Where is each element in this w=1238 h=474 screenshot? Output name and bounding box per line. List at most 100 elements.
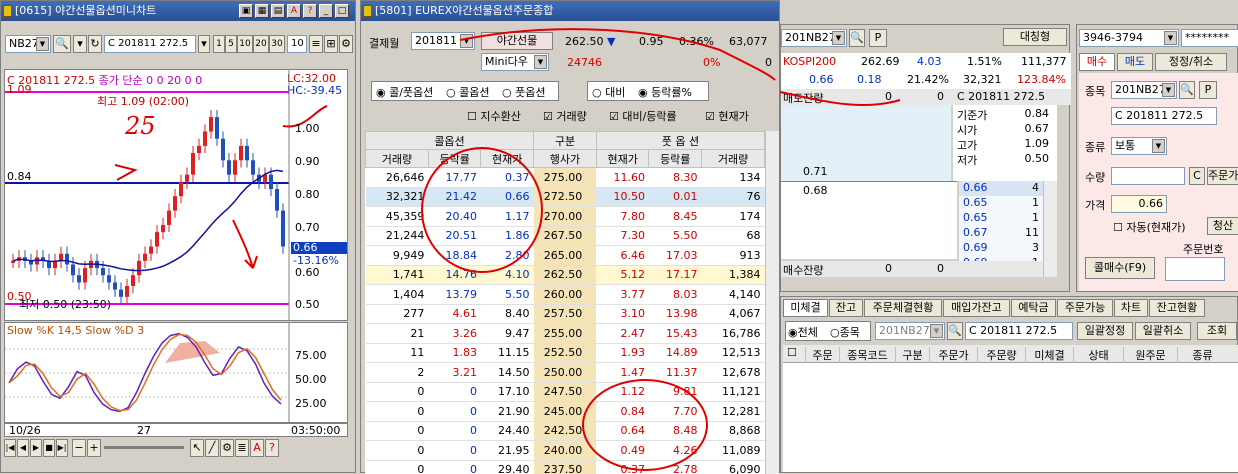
tool-text[interactable]: A: [250, 439, 264, 457]
tool-button-a[interactable]: ≡: [309, 35, 323, 53]
period-20[interactable]: 20: [253, 35, 269, 53]
tab-status-3[interactable]: 매입가잔고: [943, 299, 1010, 317]
minimize-icon[interactable]: _: [319, 4, 333, 18]
tab-status-7[interactable]: 잔고현황: [1149, 299, 1205, 317]
auto-price-check[interactable]: ☐ 자동(현재가): [1113, 219, 1186, 235]
book-row[interactable]: 0.66 4: [959, 181, 1043, 196]
table-row[interactable]: 1,741 14.76 4.10 262.50 5.12 17.17 1,384: [365, 265, 765, 285]
period-10[interactable]: 10: [237, 35, 253, 53]
stochastic-chart[interactable]: Slow %K 14,5 Slow %D 3 75.00 50.00 25.00: [4, 322, 348, 423]
table-row[interactable]: 11 1.83 11.15 252.50 1.93 14.89 12,513: [365, 343, 765, 363]
nav-first[interactable]: |◀: [4, 439, 16, 457]
order-pin[interactable]: P: [1199, 81, 1217, 99]
symmetric-button[interactable]: 대칭형: [1003, 28, 1067, 46]
zoom-slider[interactable]: [104, 446, 184, 449]
radio-item[interactable]: ○종목: [830, 324, 860, 340]
check-diff[interactable]: ☑ 대비/등락률: [609, 108, 677, 124]
grid-icon[interactable]: ▦: [255, 4, 269, 18]
tool-help[interactable]: ?: [265, 439, 279, 457]
chevron-down-icon[interactable]: ▼: [832, 31, 845, 45]
table-row[interactable]: 26,646 17.77 0.37 275.00 11.60 8.30 134: [365, 167, 765, 188]
table-row[interactable]: 45,359 20.40 1.17 270.00 7.80 8.45 174: [365, 206, 765, 227]
table-row[interactable]: 0 0 29.40 237.50 0.37 2.78 6,090: [365, 460, 765, 474]
chevron-down-icon[interactable]: ▼: [930, 324, 943, 338]
nav-last[interactable]: ▶|: [56, 439, 68, 457]
bulk-modify-button[interactable]: 일괄정정: [1077, 322, 1133, 340]
prev-button[interactable]: ▾: [73, 35, 87, 53]
link-icon[interactable]: ▤: [271, 4, 285, 18]
tab-status-0[interactable]: 미체결: [783, 299, 828, 317]
bulk-cancel-button[interactable]: 일괄취소: [1135, 322, 1191, 340]
tool-line[interactable]: ╱: [205, 439, 219, 457]
book-row[interactable]: 0.65 1: [959, 196, 1043, 211]
period-1[interactable]: 1: [213, 35, 225, 53]
table-row[interactable]: 0 0 17.10 247.50 1.12 9.81 11,121: [365, 382, 765, 402]
status-code-combo[interactable]: 201NB272 ▼: [875, 322, 945, 340]
book-row[interactable]: 0.69 3: [959, 241, 1043, 256]
zoom-in[interactable]: +: [87, 439, 101, 457]
code2-field[interactable]: C 201811 272.5: [104, 35, 196, 53]
chevron-down-icon[interactable]: ▼: [534, 55, 547, 69]
settle-combo[interactable]: 201811 ▼: [411, 32, 475, 50]
chevron-down-icon[interactable]: ▼: [460, 34, 473, 48]
order-code-combo[interactable]: 201NB272 ▼: [1111, 81, 1177, 99]
call-buy-button[interactable]: 콜매수(F9): [1085, 257, 1155, 279]
tab-status-1[interactable]: 잔고: [829, 299, 863, 317]
tool-fib[interactable]: ≣: [235, 439, 249, 457]
mini-combo[interactable]: Mini다우 ▼: [481, 53, 549, 71]
zoom-out[interactable]: −: [72, 439, 86, 457]
book-scrollbar[interactable]: [1043, 181, 1057, 277]
account-combo[interactable]: 3946-3794 ▼: [1079, 29, 1179, 47]
book-search[interactable]: 🔍: [849, 29, 865, 47]
table-row[interactable]: 277 4.61 8.40 257.50 3.10 13.98 4,067: [365, 304, 765, 324]
check-price[interactable]: ☑ 현재가: [705, 108, 749, 124]
radio-call-put[interactable]: ◉ 콜/풋옵션: [376, 84, 433, 100]
password-field[interactable]: ********: [1181, 29, 1238, 47]
book-row[interactable]: 0.65 1: [959, 211, 1043, 226]
status-search[interactable]: 🔍: [947, 322, 963, 340]
qty-field[interactable]: [1111, 167, 1185, 185]
nav-stop[interactable]: ■: [43, 439, 55, 457]
tool-button-b[interactable]: ⊞: [324, 35, 338, 53]
font-icon[interactable]: A: [287, 4, 301, 18]
tab-status-6[interactable]: 차트: [1114, 299, 1148, 317]
table-row[interactable]: 2 3.21 14.50 250.00 1.47 11.37 12,678: [365, 362, 765, 383]
table-row[interactable]: 21,244 20.51 1.86 267.50 7.30 5.50 68: [365, 226, 765, 246]
tool-button-c[interactable]: ⚙: [339, 35, 353, 53]
table-row[interactable]: 0 0 24.40 242.50 0.64 8.48 8,868: [365, 421, 765, 441]
query-button[interactable]: 조회: [1197, 322, 1237, 340]
period-5[interactable]: 5: [225, 35, 237, 53]
radio-diff[interactable]: ○ 대비: [592, 84, 625, 100]
table-row[interactable]: 32,321 21.42 0.66 272.50 10.50 0.01 76: [365, 187, 765, 207]
tab-modify[interactable]: 정정/취소: [1155, 53, 1227, 71]
interval-field[interactable]: 10: [287, 35, 307, 53]
help-icon[interactable]: ?: [303, 4, 317, 18]
select-all-check[interactable]: ☐: [787, 346, 797, 359]
qty-c-button[interactable]: C: [1189, 167, 1205, 185]
chevron-down-icon[interactable]: ▼: [1164, 31, 1177, 45]
tab-status-2[interactable]: 주문체결현황: [864, 299, 942, 317]
price-chart[interactable]: C 201811 272.5 종가 단순 0 0 20 0 0 LC:32.00…: [4, 69, 348, 321]
check-volume[interactable]: ☑ 거래량: [543, 108, 587, 124]
maximize-icon[interactable]: □: [335, 4, 349, 18]
price-field[interactable]: 0.66: [1111, 195, 1167, 213]
table-row[interactable]: 0 0 21.90 245.00 0.84 7.70 12,281: [365, 401, 765, 422]
nav-next[interactable]: ▶: [30, 439, 42, 457]
table-row[interactable]: 0 0 21.95 240.00 0.49 4.26 11,089: [365, 440, 765, 461]
search-button[interactable]: 🔍: [53, 35, 71, 53]
order-search[interactable]: 🔍: [1179, 81, 1195, 99]
table-row[interactable]: 21 3.26 9.47 255.00 2.47 15.43 16,786: [365, 323, 765, 344]
book-row[interactable]: 0.67 11: [959, 226, 1043, 241]
code-combo[interactable]: NB272 ▼: [5, 35, 51, 53]
orderno-field[interactable]: [1165, 257, 1225, 281]
tab-sell[interactable]: 매도: [1117, 53, 1153, 71]
radio-all[interactable]: ◉전체: [788, 324, 818, 340]
tool-select[interactable]: ↖: [190, 439, 204, 457]
tab-buy[interactable]: 매수: [1079, 53, 1115, 71]
radio-rate[interactable]: ◉ 등락률%: [638, 84, 692, 100]
clear-button[interactable]: 청산: [1207, 217, 1238, 235]
period-30[interactable]: 30: [269, 35, 285, 53]
order-price-button[interactable]: 주문가: [1207, 167, 1238, 185]
table-row[interactable]: 9,949 18.84 2.80 265.00 6.46 17.03 913: [365, 245, 765, 266]
tool-settings[interactable]: ⚙: [220, 439, 234, 457]
